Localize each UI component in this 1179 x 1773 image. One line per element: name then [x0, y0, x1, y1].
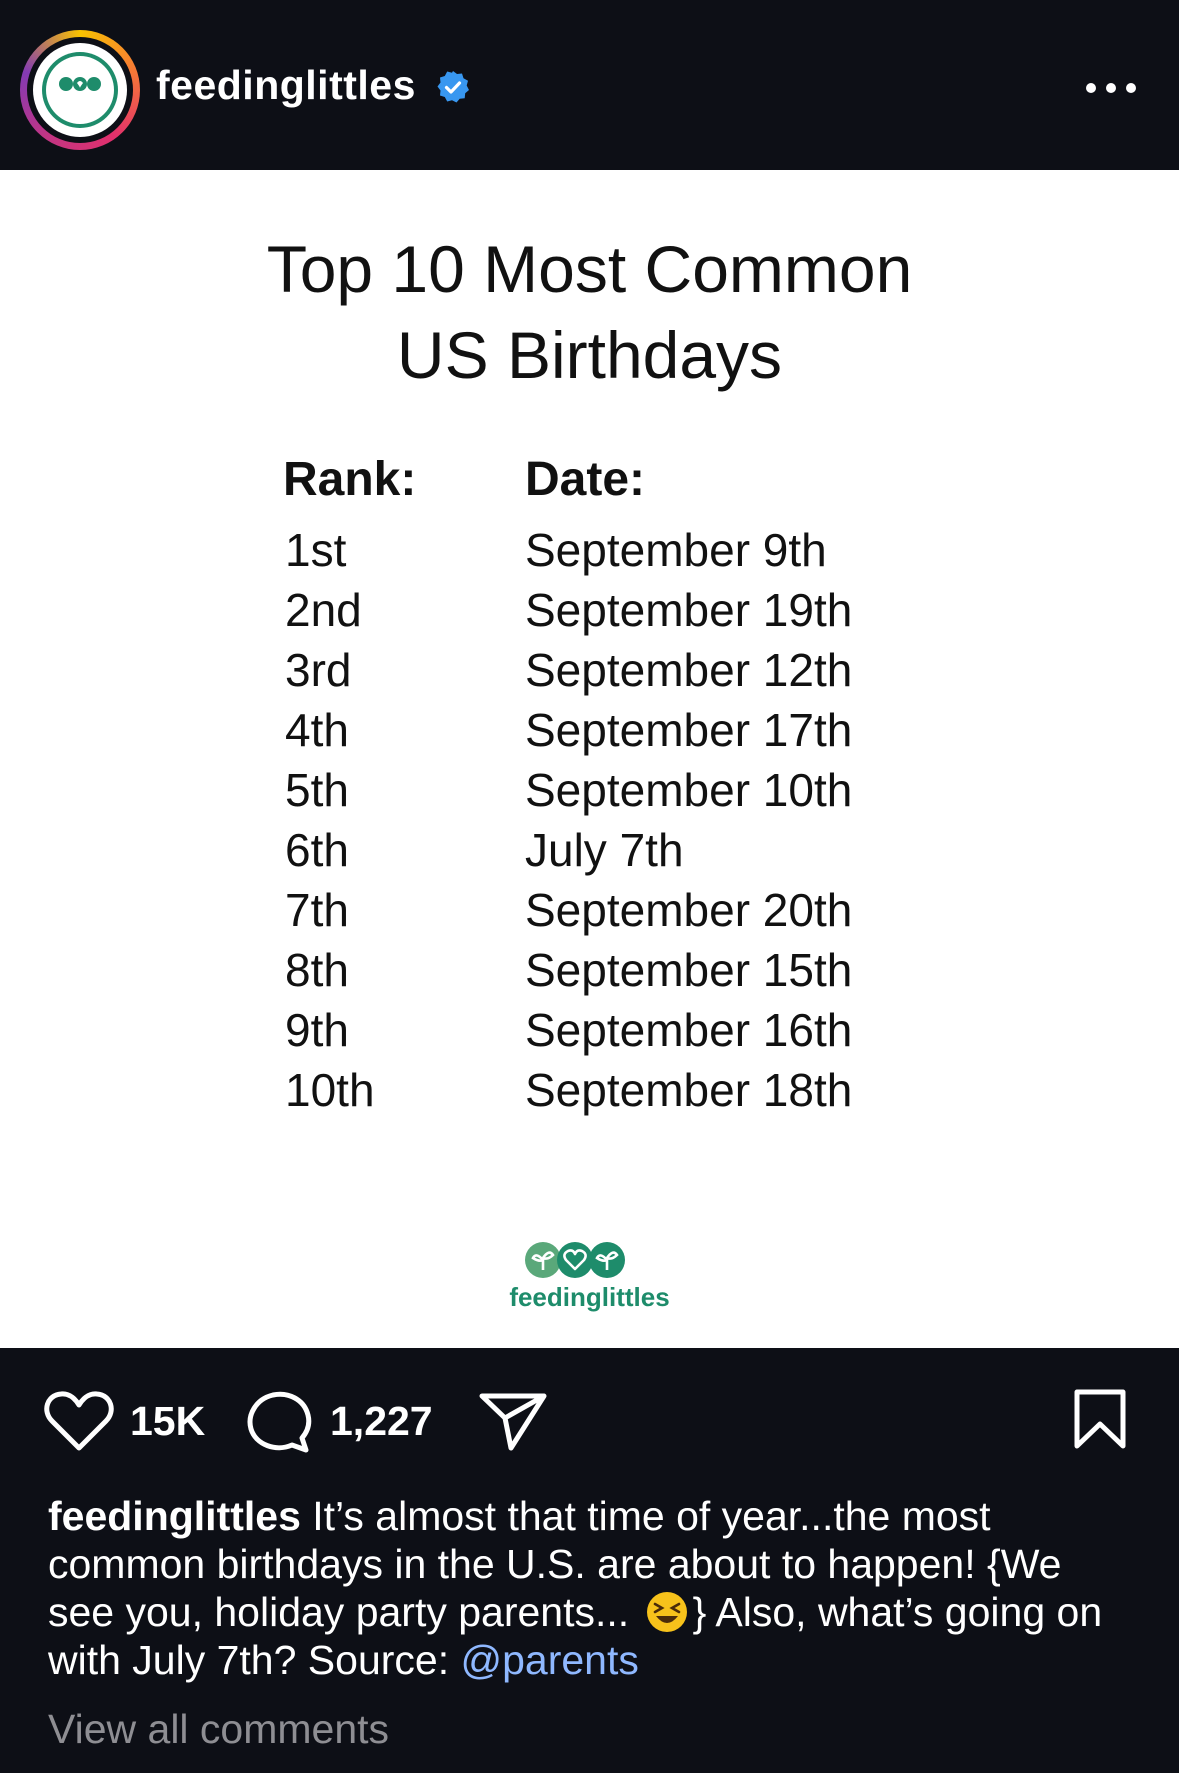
like-count[interactable]: 15K [130, 1398, 205, 1445]
username[interactable]: feedinglittles [156, 62, 416, 109]
share-send-icon[interactable] [478, 1390, 548, 1452]
like-heart-icon[interactable] [44, 1390, 114, 1452]
post-caption: feedinglittles It’s almost that time of … [48, 1492, 1138, 1684]
date-item: September 15th [525, 944, 853, 996]
action-bar: 15K 1,227 [0, 1348, 1179, 1498]
rank-item: 10th [285, 1064, 375, 1116]
rank-item: 8th [285, 944, 349, 996]
date-item: July 7th [525, 824, 684, 876]
feedinglittles-logo-icon [42, 52, 118, 128]
rank-item: 3rd [285, 644, 352, 696]
date-header: Date: [525, 453, 646, 506]
title-line-1: Top 10 Most Common [266, 232, 913, 306]
comment-bubble-icon[interactable] [246, 1390, 312, 1454]
rank-header: Rank: [283, 453, 417, 506]
laughing-face-emoji-icon [646, 1592, 687, 1632]
rank-item: 4th [285, 704, 349, 756]
post-title: Top 10 Most Common US Birthdays [0, 226, 1179, 398]
instagram-post-screen: feedinglittles Top 10 Most Common US Bir… [0, 0, 1179, 1773]
bookmark-save-icon[interactable] [1072, 1388, 1128, 1450]
rank-item: 5th [285, 764, 349, 816]
date-item: September 17th [525, 704, 853, 756]
rank-item: 9th [285, 1004, 349, 1056]
comment-count[interactable]: 1,227 [330, 1398, 433, 1445]
date-item: September 18th [525, 1064, 853, 1116]
verified-badge-icon [437, 71, 469, 103]
brand-logo-icon [525, 1242, 625, 1278]
caption-username[interactable]: feedinglittles [48, 1493, 301, 1539]
story-ring[interactable] [20, 30, 140, 150]
avatar[interactable] [33, 43, 127, 137]
rank-item: 7th [285, 884, 349, 936]
rank-item: 2nd [285, 584, 362, 636]
rank-item: 1st [285, 524, 347, 576]
post-image[interactable]: Top 10 Most Common US Birthdays Rank: Da… [0, 170, 1179, 1348]
rank-list: 1st 2nd 3rd 4th 5th 6th 7th 8th 9th 10th [285, 520, 375, 1120]
date-item: September 9th [525, 524, 827, 576]
brand-name: feedinglittles [509, 1282, 670, 1312]
mention-link[interactable]: @parents [460, 1637, 638, 1683]
more-options-icon[interactable] [1081, 70, 1141, 106]
date-item: September 20th [525, 884, 853, 936]
rank-item: 6th [285, 824, 349, 876]
date-item: September 19th [525, 584, 853, 636]
date-list: September 9th September 19th September 1… [525, 520, 852, 1120]
date-item: September 12th [525, 644, 853, 696]
title-line-2: US Birthdays [396, 318, 783, 392]
date-item: September 10th [525, 764, 853, 816]
post-header: feedinglittles [0, 0, 1179, 170]
view-all-comments-link[interactable]: View all comments [48, 1706, 389, 1753]
date-item: September 16th [525, 1004, 853, 1056]
